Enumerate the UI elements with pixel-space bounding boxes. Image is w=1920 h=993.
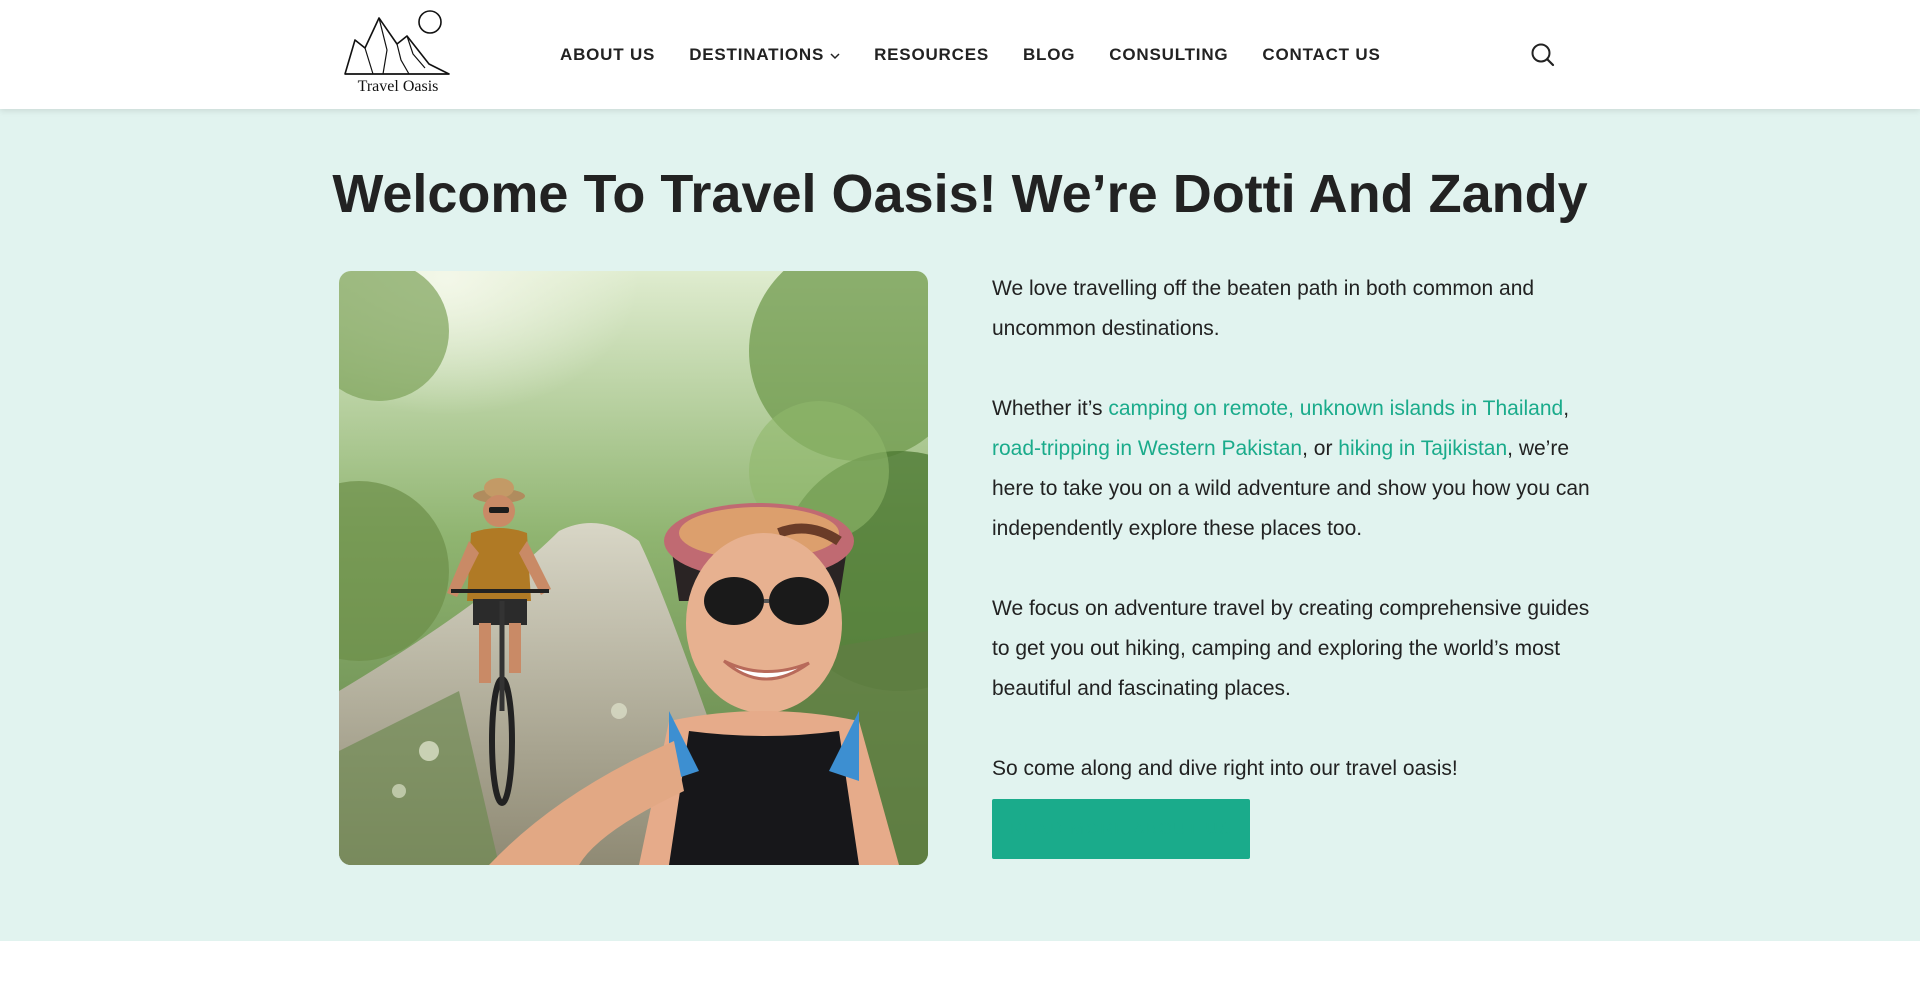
nav-item-blog[interactable]: BLOG [1023,45,1075,65]
intro-paragraph-1: We love travelling off the beaten path i… [992,277,1535,340]
nav-item-resources[interactable]: RESOURCES [874,45,989,65]
link-hiking-tajikistan[interactable]: hiking in Tajikistan [1338,437,1507,460]
intro-paragraph-3: We focus on adventure travel by creating… [992,597,1590,700]
main-nav: ABOUT US DESTINATIONS RESOURCES BLOG CON… [560,40,1381,70]
paragraph-2-separator-1: , [1563,397,1570,420]
nav-item-about-us[interactable]: ABOUT US [560,45,655,65]
link-road-tripping-pakistan[interactable]: road-tripping in Western Pakistan [992,437,1302,460]
page-title: Welcome To Travel Oasis! We’re Dotti And… [332,164,1588,224]
logo-text: Travel Oasis [357,78,439,95]
intro-paragraph-4: So come along and dive right into our tr… [992,757,1458,780]
hero-section: Welcome To Travel Oasis! We’re Dotti And… [0,109,1920,941]
search-icon [1531,43,1555,67]
paragraph-2-prefix: Whether it’s [992,397,1109,420]
hero-photo [339,271,928,865]
read-more-about-us-button[interactable]: READ MORE ABOUT US [992,799,1251,859]
site-header: Travel Oasis ABOUT US DESTINATIONS RESOU… [0,0,1920,109]
nav-item-destinations-label: DESTINATIONS [689,45,825,64]
intro-content: We love travelling off the beaten path i… [992,269,1592,859]
search-button[interactable] [1530,42,1556,68]
link-camping-thailand[interactable]: camping on remote, unknown islands in Th… [1108,397,1563,420]
chevron-down-icon [830,45,840,65]
site-logo[interactable]: Travel Oasis [343,10,453,98]
intro-paragraph-2: Whether it’s camping on remote, unknown … [992,389,1592,549]
mountain-logo-icon [344,10,450,75]
nav-item-destinations[interactable]: DESTINATIONS [689,45,840,65]
couple-cycling-photo [339,271,928,865]
nav-item-contact-us[interactable]: CONTACT US [1262,45,1380,65]
paragraph-2-separator-2: , or [1302,437,1339,460]
nav-item-consulting[interactable]: CONSULTING [1109,45,1228,65]
